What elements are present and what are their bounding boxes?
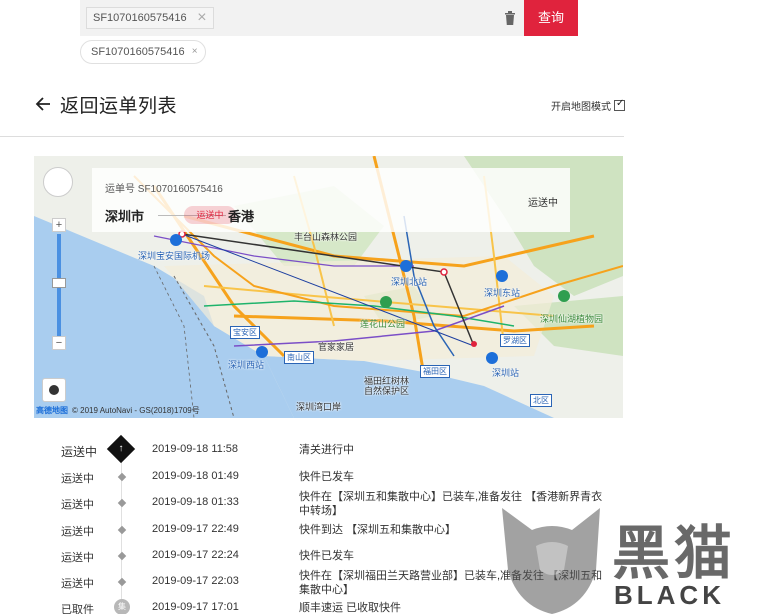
search-input[interactable]: SF1070160575416 × [80, 0, 524, 36]
back-to-list-link[interactable]: 返回运单列表 [34, 90, 177, 118]
shipment-status: 运送中 [528, 198, 558, 209]
zoom-track[interactable] [57, 234, 61, 344]
row-time: 2019-09-18 01:49 [152, 470, 239, 482]
timeline-dot-icon [117, 525, 127, 535]
history-chip-close-icon[interactable]: × [192, 41, 198, 63]
row-status: 运送中 [61, 578, 94, 590]
row-status: 运送中 [61, 526, 94, 538]
timeline-dot-icon [117, 472, 127, 482]
row-time: 2019-09-18 01:33 [152, 496, 239, 508]
row-time: 2019-09-17 17:01 [152, 601, 239, 613]
attribution-text: © 2019 AutoNavi - GS(2018)1709号 [72, 406, 200, 415]
map-label-shenzhen-station: 深圳站 [492, 368, 520, 378]
row-desc: 快件在【深圳五和集散中心】已装车,准备发往 【香港新界青衣中转场】 [299, 491, 603, 517]
map-label-luohu: 罗湖区 [500, 334, 530, 347]
pickup-icon: 集 [114, 599, 130, 614]
map-label-futian: 福田区 [420, 365, 450, 378]
row-time: 2019-09-17 22:49 [152, 523, 239, 535]
search-chip: SF1070160575416 × [86, 7, 214, 29]
row-status: 运送中 [61, 473, 94, 485]
zoom-out-button[interactable]: − [52, 336, 66, 350]
row-status: 运送中 [61, 445, 98, 459]
compass-icon[interactable] [43, 167, 73, 197]
waybill-number: 运单号 SF1070160575416 [105, 184, 223, 195]
map-label-nanshan: 南山区 [284, 351, 314, 364]
search-chip-label: SF1070160575416 [93, 12, 187, 24]
row-status: 已取件 [61, 604, 94, 614]
route-map[interactable]: 深圳宝安国际机场 深圳北站 深圳东站 宝安区 南山区 福田区 罗湖区 深圳西站 … [34, 156, 623, 418]
shipment-info-card: 运单号 SF1070160575416 深圳市 运送中 香港 运送中 [92, 168, 570, 232]
history-chip-label: SF1070160575416 [91, 46, 185, 58]
zoom-control[interactable]: + − [52, 218, 66, 350]
row-desc: 快件在【深圳福田兰天路营业部】已装车,准备发往 【深圳五和集散中心】 [299, 570, 603, 596]
row-desc: 快件已发车 [299, 471, 354, 483]
back-label: 返回运单列表 [60, 95, 178, 117]
map-label-shekou: 深圳湾口岸 [296, 402, 342, 412]
locate-icon[interactable] [42, 378, 66, 402]
history-chip[interactable]: SF1070160575416 × [80, 40, 206, 64]
map-label-west-station: 深圳西站 [228, 360, 265, 370]
map-mode-toggle[interactable]: 开启地图模式 [551, 98, 625, 113]
row-desc: 快件已发车 [299, 550, 354, 562]
row-status: 运送中 [61, 552, 94, 564]
map-label-airport: 深圳宝安国际机场 [138, 251, 211, 261]
query-button[interactable]: 查询 [524, 0, 578, 36]
trash-icon[interactable] [504, 11, 516, 25]
search-bar: SF1070160575416 × 查询 [80, 0, 578, 36]
map-label-beiqu: 北区 [530, 394, 552, 407]
arrow-up-icon: ↑ [106, 434, 136, 464]
map-label-lianhua: 莲花山公园 [360, 319, 406, 329]
map-mode-checkbox[interactable] [614, 98, 625, 111]
map-label-wutong: 深圳仙湖植物园 [540, 314, 604, 324]
map-label-guanjia: 官家家居 [318, 342, 355, 352]
zoom-slider-handle[interactable] [52, 278, 66, 288]
row-time: 2019-09-17 22:24 [152, 549, 239, 561]
row-time: 2019-09-18 11:58 [152, 443, 239, 455]
row-desc: 快件到达 【深圳五和集散中心】 [299, 524, 457, 536]
row-desc: 清关进行中 [299, 444, 354, 456]
divider [0, 136, 624, 137]
timeline-dot-icon [117, 577, 127, 587]
map-mode-label: 开启地图模式 [551, 102, 611, 113]
timeline-dot-icon [117, 551, 127, 561]
map-label-east-station: 深圳东站 [484, 288, 521, 298]
origin-city: 深圳市 [105, 209, 145, 224]
watermark-brand-cn: 黑猫 [612, 519, 737, 587]
amap-logo: 高德地图 [36, 406, 68, 415]
timeline-dot-icon [117, 498, 127, 508]
arrow-left-icon [35, 97, 50, 111]
map-label-baoan: 宝安区 [230, 326, 260, 339]
row-status: 运送中 [61, 499, 94, 511]
zoom-in-button[interactable]: + [52, 218, 66, 232]
row-desc: 顺丰速运 已收取快件 [299, 602, 402, 614]
destination-city: 香港 [228, 209, 255, 224]
map-label-futian-forest: 福田红树林自然保护区 [364, 376, 410, 396]
row-time: 2019-09-17 22:03 [152, 575, 239, 587]
watermark-brand-en: BLACK CAT [614, 580, 725, 614]
timeline-line [121, 460, 122, 610]
map-label-north-station: 深圳北站 [391, 277, 428, 287]
chip-remove-icon[interactable]: × [197, 8, 206, 28]
map-attribution: 高德地图 © 2019 AutoNavi - GS(2018)1709号 [36, 405, 200, 416]
